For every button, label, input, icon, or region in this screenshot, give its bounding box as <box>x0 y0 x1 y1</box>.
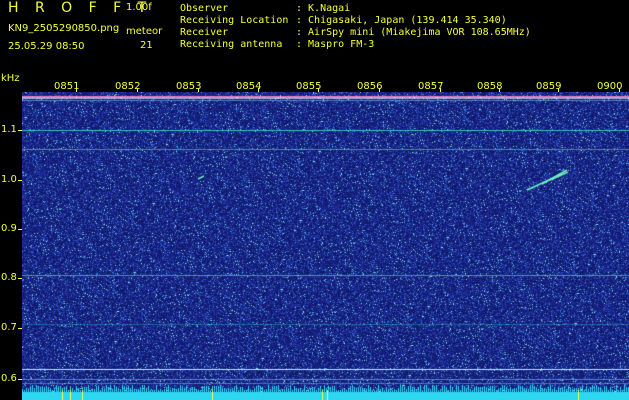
meteor-count: 21 <box>140 40 153 51</box>
hrofft-window: H R O F F T 1.00f KN9_2505290850.png 25.… <box>0 0 629 400</box>
info-value-observer: : K.Nagai <box>296 3 351 14</box>
y-tick-label: 1.0 <box>1 174 17 185</box>
spectrogram-plot <box>22 92 629 400</box>
filename-label: KN9_2505290850.png <box>8 23 120 34</box>
info-key-antenna: Receiving antenna <box>180 39 283 50</box>
info-key-receiver: Receiver <box>180 27 229 38</box>
info-key-observer: Observer <box>180 3 229 14</box>
y-tick-label: 0.8 <box>1 272 17 283</box>
y-tick-label: 0.9 <box>1 223 17 234</box>
meteor-label: meteor <box>126 26 163 37</box>
y-axis-unit: kHz <box>1 73 20 84</box>
version-label: 1.00f <box>126 2 152 13</box>
y-tick-label: 0.6 <box>1 373 17 384</box>
y-tick-label: 1.1 <box>1 124 17 135</box>
y-tick-label: 0.7 <box>1 322 17 333</box>
info-value-antenna: : Maspro FM-3 <box>296 39 375 50</box>
info-value-receiver: : AirSpy mini (Miakejima VOR 108.65MHz) <box>296 27 531 38</box>
info-key-location: Receiving Location <box>180 15 289 26</box>
info-value-location: : Chigasaki, Japan (139.414 35.340) <box>296 15 507 26</box>
datetime-label: 25.05.29 08:50 <box>8 41 85 52</box>
